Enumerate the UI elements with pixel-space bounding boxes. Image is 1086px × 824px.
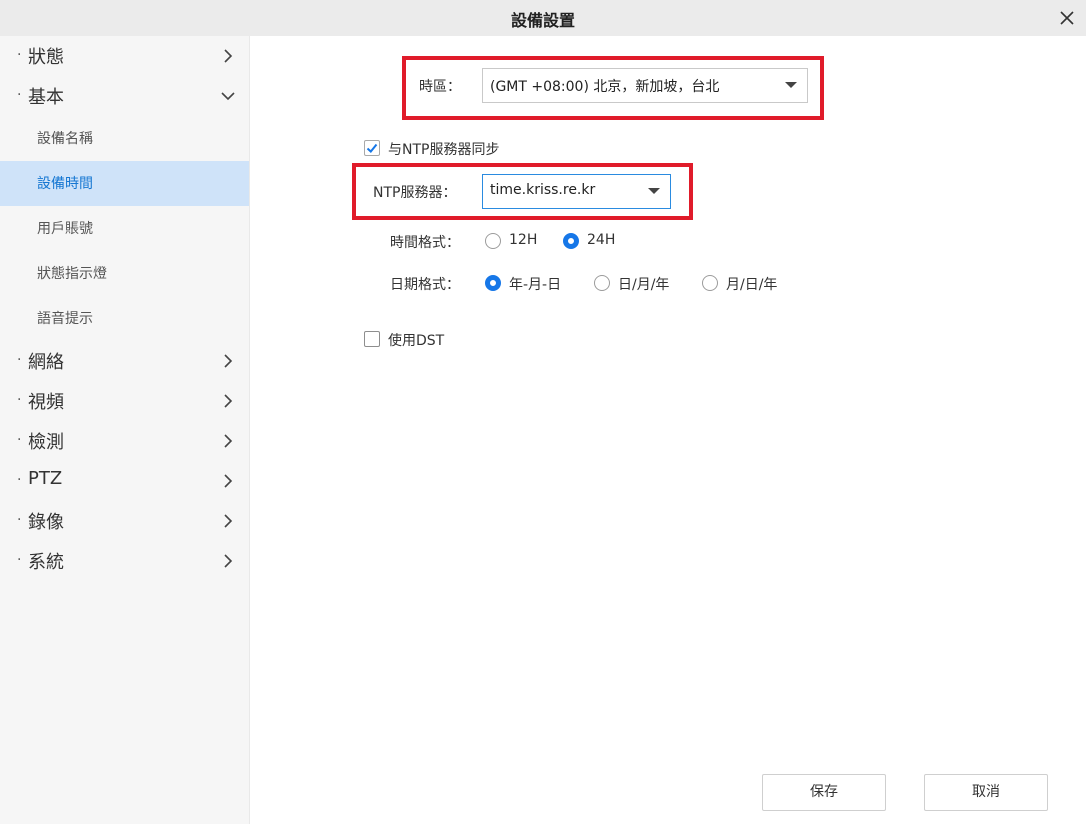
chevron-right-icon: [224, 49, 233, 63]
sidebar-item-system[interactable]: · 系統: [0, 541, 249, 581]
time-format-label: 時間格式：: [390, 235, 460, 251]
time-format-24h-label: 24H: [587, 232, 616, 248]
checkmark-icon: [366, 143, 378, 153]
chevron-right-icon: [224, 354, 233, 368]
dst-label: 使用DST: [388, 333, 445, 349]
chevron-right-icon: [224, 394, 233, 408]
sidebar-item-label: 狀態: [28, 47, 64, 68]
chevron-right-icon: [224, 474, 233, 488]
date-format-ymd-radio[interactable]: [485, 275, 501, 291]
timezone-label: 時區：: [419, 79, 461, 95]
cancel-button[interactable]: 取消: [924, 774, 1048, 811]
sidebar: · 狀態 · 基本 設備名稱 設備時間 用戶賬號 狀態指示燈 語音提示 · 網絡…: [0, 36, 250, 824]
chevron-right-icon: [224, 554, 233, 568]
sidebar-subitem-label: 設備時間: [37, 176, 93, 192]
sidebar-item-status[interactable]: · 狀態: [0, 36, 249, 76]
date-format-dmy-label: 日/月/年: [618, 277, 670, 293]
sidebar-subitem-device-name[interactable]: 設備名稱: [0, 116, 249, 161]
sidebar-item-label: 視頻: [28, 392, 64, 413]
date-format-mdy-radio[interactable]: [702, 275, 718, 291]
title-bar: 設備設置: [0, 0, 1086, 36]
time-format-24h-radio[interactable]: [563, 233, 579, 249]
window-title: 設備設置: [510, 11, 575, 30]
chevron-down-icon: [221, 92, 235, 101]
sidebar-item-label: 基本: [28, 87, 64, 108]
sidebar-subitem-label: 狀態指示燈: [37, 266, 107, 282]
ntp-server-select[interactable]: time.kriss.re.kr: [482, 174, 671, 209]
save-button[interactable]: 保存: [762, 774, 886, 811]
sidebar-subitem-device-time[interactable]: 設備時間: [0, 161, 249, 206]
sidebar-subitem-label: 用戶賬號: [37, 221, 93, 237]
sidebar-item-detection[interactable]: · 檢測: [0, 421, 249, 461]
bullet: ·: [17, 472, 22, 488]
time-format-12h-label: 12H: [509, 232, 538, 248]
chevron-right-icon: [224, 434, 233, 448]
bullet: ·: [17, 552, 22, 568]
ntp-server-label: NTP服務器：: [373, 185, 457, 201]
sidebar-item-label: 系統: [28, 552, 64, 573]
bullet: ·: [17, 512, 22, 528]
bullet: ·: [17, 432, 22, 448]
sidebar-item-label: 檢測: [28, 432, 64, 453]
sidebar-subitem-label: 語音提示: [37, 311, 93, 327]
time-format-12h-radio[interactable]: [485, 233, 501, 249]
date-format-mdy-label: 月/日/年: [726, 277, 778, 293]
sidebar-item-ptz[interactable]: · PTZ: [0, 461, 249, 501]
sidebar-subitem-user-account[interactable]: 用戶賬號: [0, 206, 249, 251]
timezone-select[interactable]: (GMT +08:00) 北京，新加坡，台北: [482, 68, 808, 103]
ntp-sync-label: 与NTP服務器同步: [388, 142, 500, 158]
sidebar-item-basic[interactable]: · 基本: [0, 76, 249, 116]
sidebar-item-label: 錄像: [28, 512, 64, 533]
date-format-dmy-radio[interactable]: [594, 275, 610, 291]
sidebar-subitem-status-light[interactable]: 狀態指示燈: [0, 251, 249, 296]
timezone-value: (GMT +08:00) 北京，新加坡，台北: [490, 79, 720, 95]
sidebar-item-label: PTZ: [28, 468, 63, 489]
date-format-label: 日期格式：: [390, 277, 460, 293]
close-icon[interactable]: [1056, 7, 1078, 29]
sidebar-subitem-label: 設備名稱: [37, 131, 93, 147]
ntp-server-value: time.kriss.re.kr: [490, 182, 596, 198]
sidebar-item-video[interactable]: · 視頻: [0, 381, 249, 421]
bullet: ·: [17, 87, 22, 103]
date-format-ymd-label: 年-月-日: [509, 277, 562, 293]
sidebar-subitem-voice-prompt[interactable]: 語音提示: [0, 296, 249, 341]
sidebar-item-recording[interactable]: · 錄像: [0, 501, 249, 541]
bullet: ·: [17, 392, 22, 408]
dst-checkbox[interactable]: [364, 331, 380, 347]
bullet: ·: [17, 47, 22, 63]
chevron-right-icon: [224, 514, 233, 528]
dropdown-caret-icon: [785, 82, 797, 88]
ntp-sync-checkbox[interactable]: [364, 140, 380, 156]
sidebar-item-label: 網絡: [28, 352, 64, 373]
dropdown-caret-icon: [648, 188, 660, 194]
bullet: ·: [17, 352, 22, 368]
sidebar-item-network[interactable]: · 網絡: [0, 341, 249, 381]
